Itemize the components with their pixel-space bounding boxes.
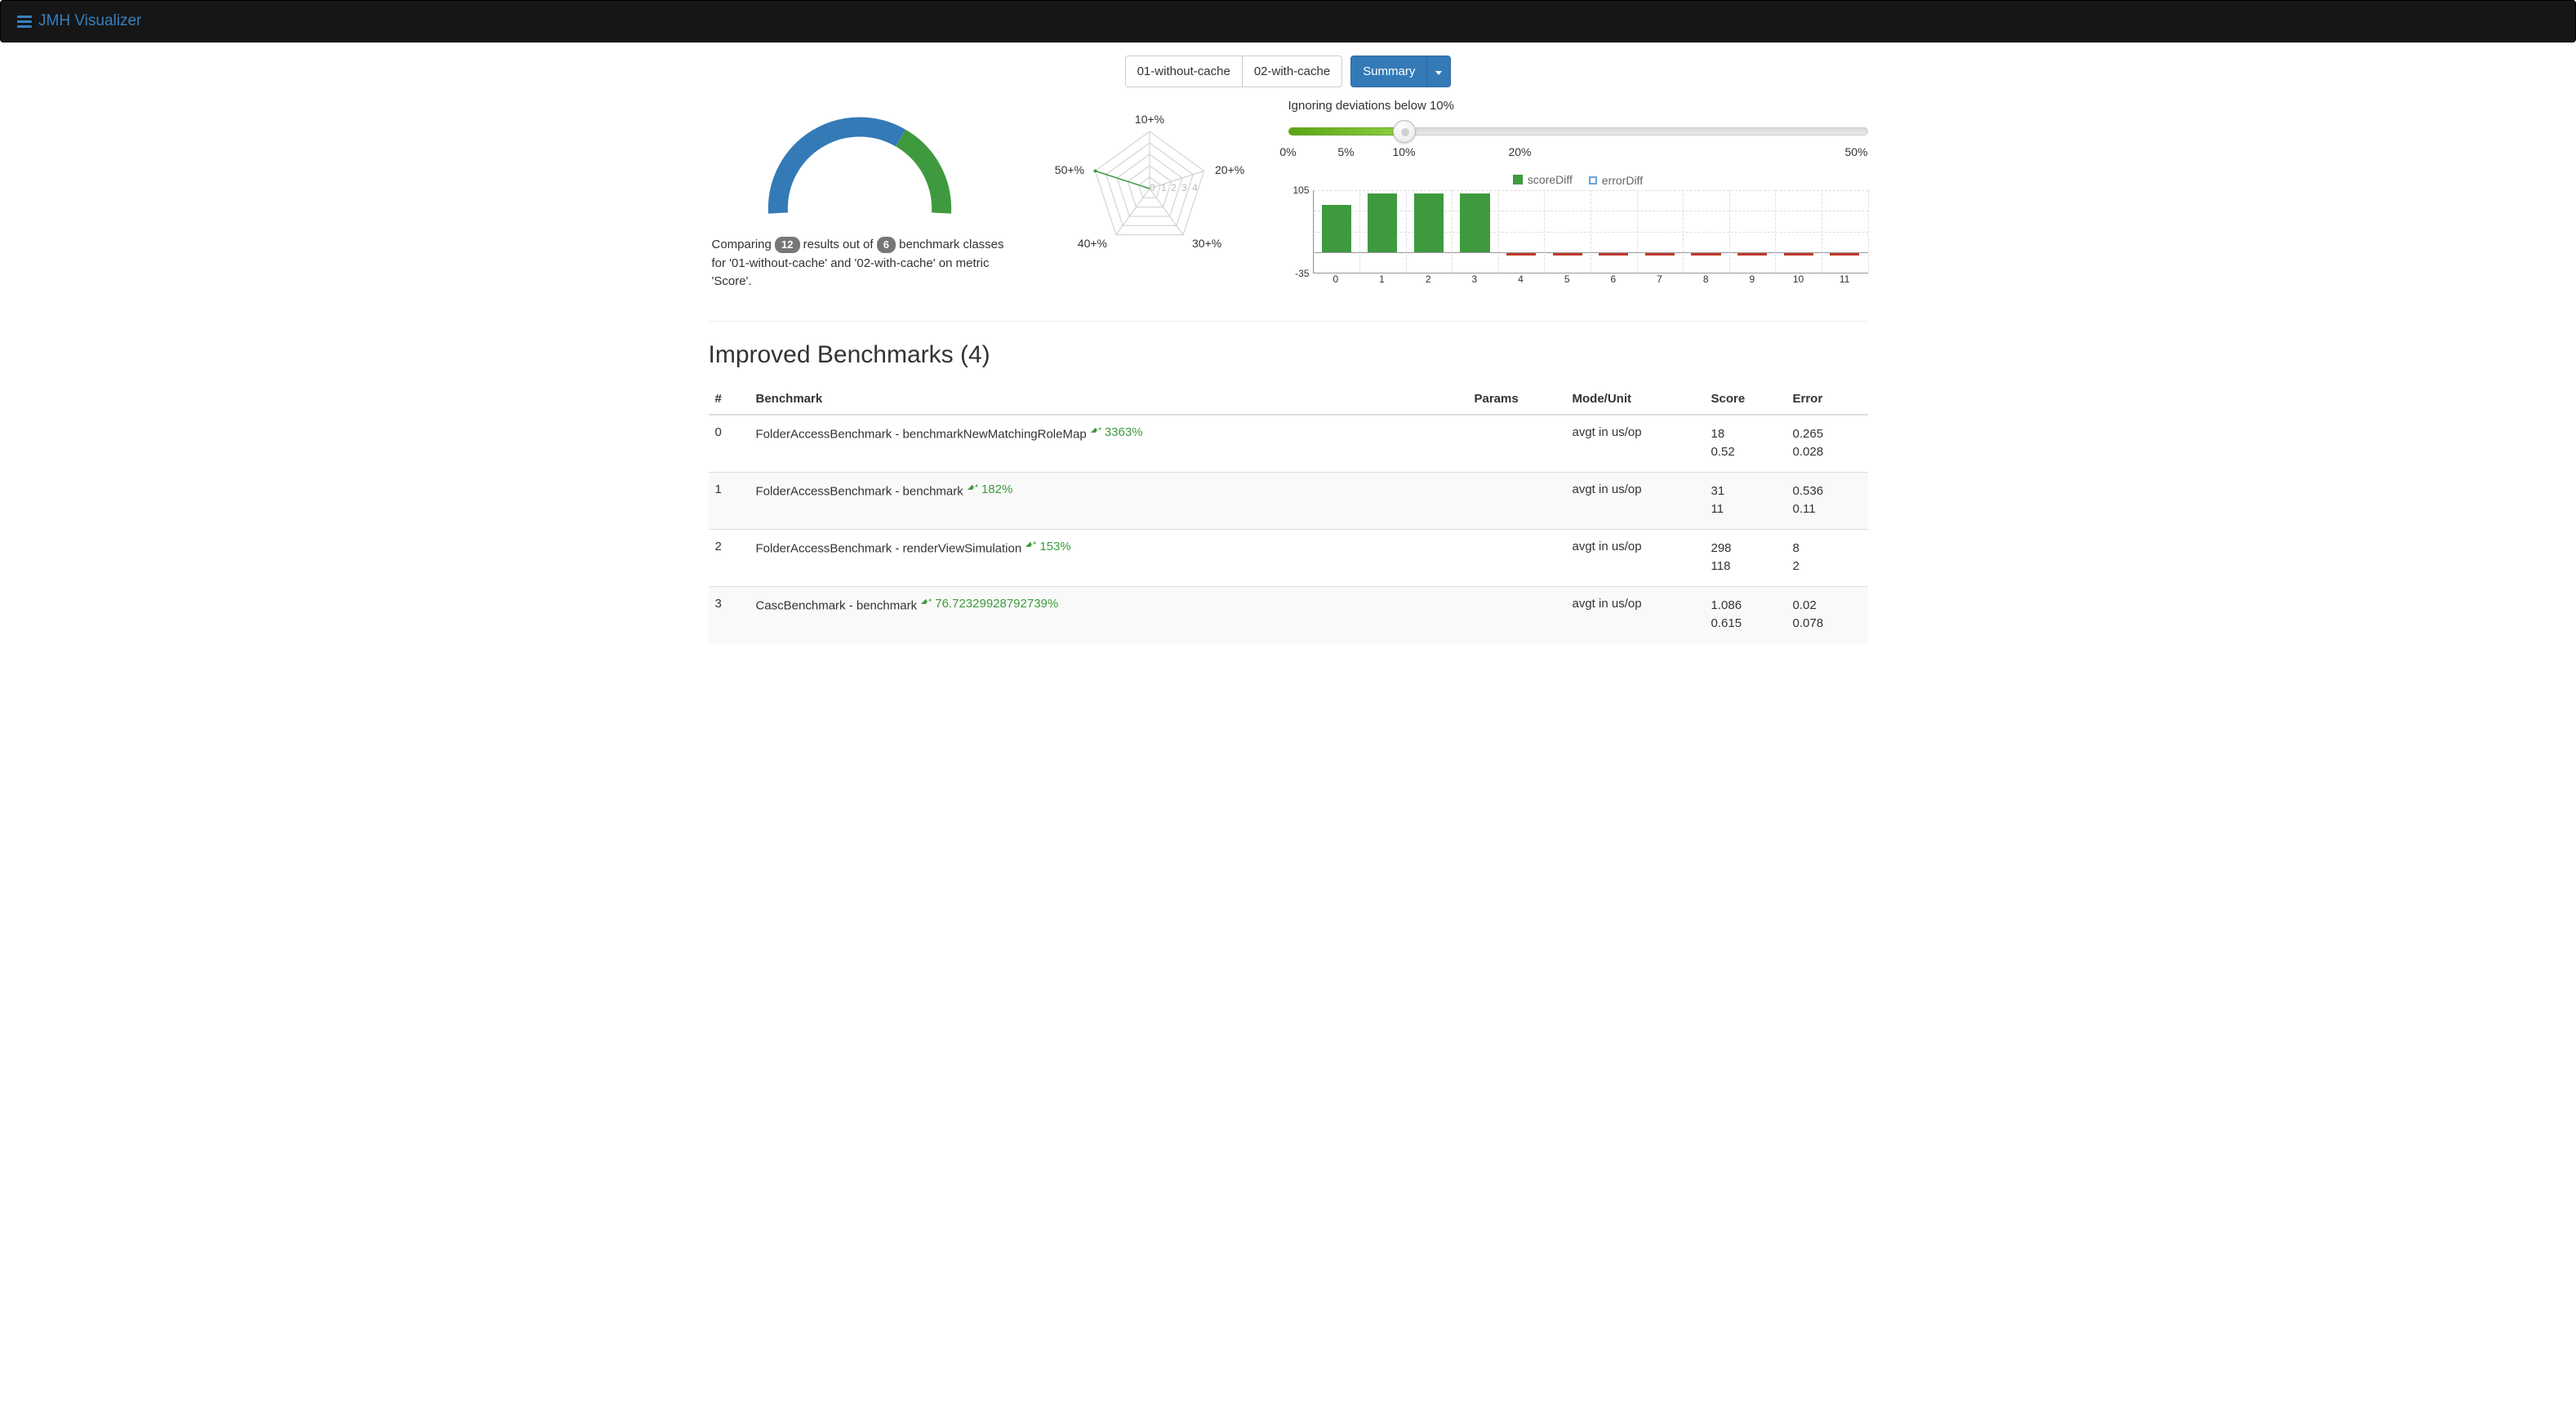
cell-params [1468,415,1566,473]
diff-legend: scoreDiff errorDiff [1288,173,1868,187]
cell-idx: 3 [709,586,750,643]
deviation-slider[interactable] [1288,124,1868,139]
caret-down-icon [1435,71,1442,75]
cell-params [1468,472,1566,529]
trend-up-icon: 153% [1025,540,1070,553]
svg-text:2: 2 [1171,182,1177,193]
tab-01-without-cache[interactable]: 01-without-cache [1125,56,1243,87]
col-score[interactable]: Score [1705,384,1786,415]
gauge-chart [745,99,974,221]
svg-text:0: 0 [1150,182,1155,193]
svg-text:1: 1 [1161,182,1167,193]
col-mode[interactable]: Mode/Unit [1566,384,1705,415]
svg-text:40+%: 40+% [1077,237,1106,250]
cell-idx: 0 [709,415,750,473]
tab-02-with-cache[interactable]: 02-with-cache [1242,56,1342,87]
cell-score: 3111 [1705,472,1786,529]
cell-mode: avgt in us/op [1566,586,1705,643]
summary-text: Comparing 12 results out of 6 benchmark … [709,236,1011,291]
cell-benchmark: FolderAccessBenchmark - renderViewSimula… [750,529,1468,586]
trend-up-icon: 3363% [1090,425,1143,439]
cell-params [1468,586,1566,643]
results-count-badge: 12 [775,237,799,253]
cell-benchmark: FolderAccessBenchmark - benchmark 182% [750,472,1468,529]
tab-summary[interactable]: Summary [1350,56,1427,87]
svg-text:4: 4 [1192,182,1198,193]
deviation-slider-label: Ignoring deviations below 10% [1288,99,1868,113]
cell-error: 82 [1786,529,1868,586]
trend-up-icon: 76.72329928792739% [920,597,1058,611]
toolbar: 01-without-cache 02-with-cache Summary [709,42,1868,96]
col-error[interactable]: Error [1786,384,1868,415]
cell-error: 0.2650.028 [1786,415,1868,473]
svg-text:10+%: 10+% [1134,113,1163,126]
brand-link[interactable]: JMH Visualizer [17,12,141,30]
cell-error: 0.020.078 [1786,586,1868,643]
svg-text:50+%: 50+% [1054,163,1083,176]
cell-mode: avgt in us/op [1566,529,1705,586]
table-row[interactable]: 1FolderAccessBenchmark - benchmark 182% a… [709,472,1868,529]
cell-idx: 1 [709,472,750,529]
cell-mode: avgt in us/op [1566,415,1705,473]
summary-dropdown-toggle[interactable] [1426,56,1451,87]
section-divider [709,321,1868,322]
svg-text:3: 3 [1181,182,1187,193]
cell-score: 298118 [1705,529,1786,586]
diff-bar-chart: 105 -35 01234567891011 [1313,190,1868,288]
navbar: JMH Visualizer [0,0,2576,42]
cell-benchmark: CascBenchmark - benchmark 76.72329928792… [750,586,1468,643]
slider-ticks: 0% 5% 10% 20% 50% [1288,145,1868,162]
cell-params [1468,529,1566,586]
col-benchmark[interactable]: Benchmark [750,384,1468,415]
legend-swatch-scorediff [1513,175,1523,184]
svg-text:30+%: 30+% [1192,237,1221,250]
slider-thumb[interactable] [1393,120,1416,143]
classes-count-badge: 6 [877,237,896,253]
col-params[interactable]: Params [1468,384,1566,415]
legend-swatch-errordiff [1589,176,1597,184]
cell-idx: 2 [709,529,750,586]
svg-text:20+%: 20+% [1215,163,1244,176]
radar-chart: 0 1 2 3 4 10+% 20+% 30+% 40+% 50+% [1027,99,1272,262]
trend-up-icon: 182% [967,482,1012,496]
summary-group: Summary [1350,56,1451,87]
cell-score: 1.0860.615 [1705,586,1786,643]
section-title: Improved Benchmarks (4) [709,341,1868,369]
menu-icon [17,16,32,28]
cell-score: 180.52 [1705,415,1786,473]
benchmarks-table: # Benchmark Params Mode/Unit Score Error… [709,384,1868,643]
cell-mode: avgt in us/op [1566,472,1705,529]
table-row[interactable]: 3CascBenchmark - benchmark 76.7232992879… [709,586,1868,643]
table-row[interactable]: 0FolderAccessBenchmark - benchmarkNewMat… [709,415,1868,473]
brand-text: JMH Visualizer [38,12,141,30]
cell-benchmark: FolderAccessBenchmark - benchmarkNewMatc… [750,415,1468,473]
table-row[interactable]: 2FolderAccessBenchmark - renderViewSimul… [709,529,1868,586]
col-idx[interactable]: # [709,384,750,415]
run-tabs: 01-without-cache 02-with-cache [1125,56,1343,87]
cell-error: 0.5360.11 [1786,472,1868,529]
